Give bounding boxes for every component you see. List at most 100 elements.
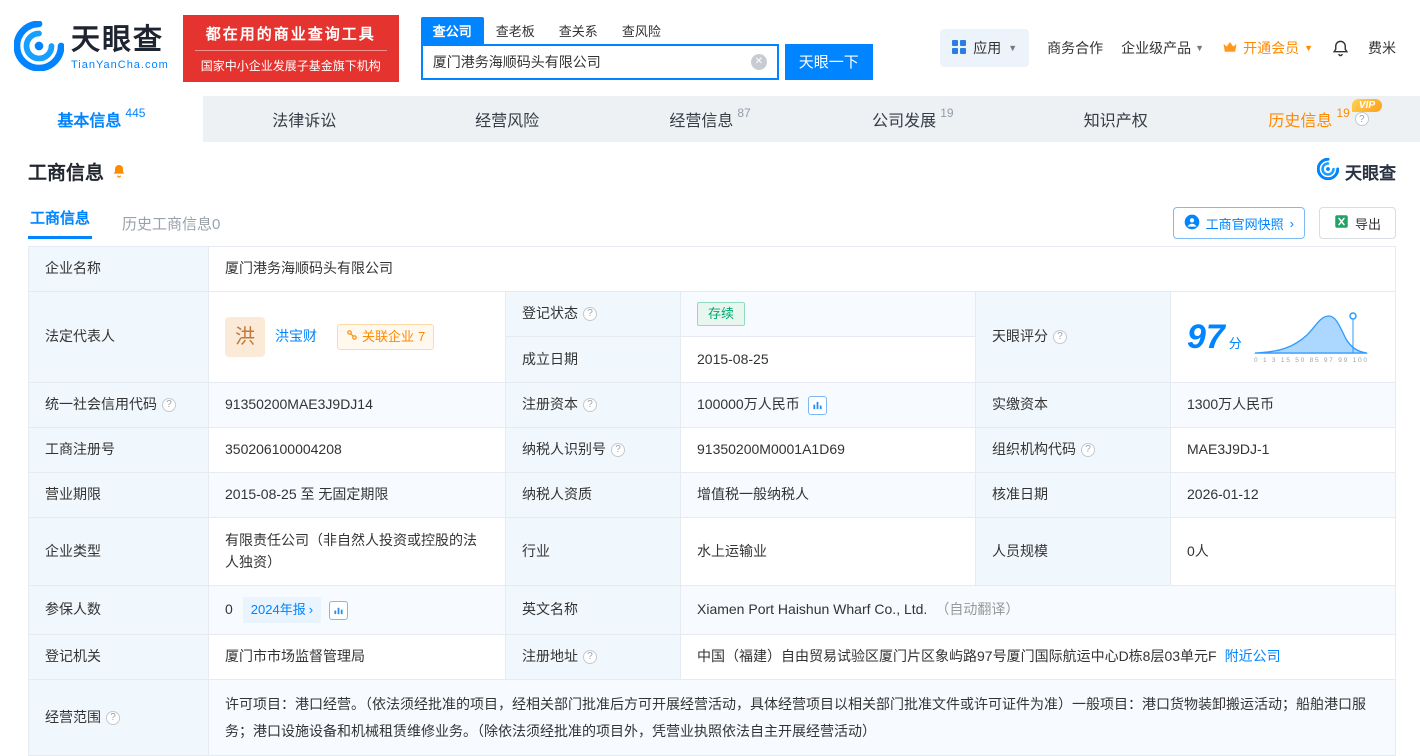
annual-report-label: 2024年报 [250,602,306,617]
tianyancha-logo-icon [13,20,65,76]
field-label-industry: 行业 [506,518,681,586]
capital-change-icon[interactable] [807,395,827,415]
english-name-note: （自动翻译） [935,601,1020,618]
search-tab-company[interactable]: 查公司 [420,16,484,44]
help-icon[interactable]: ? [583,398,597,412]
field-label-paid-capital: 实缴资本 [976,383,1171,428]
nav-business-cooperation[interactable]: 商务合作 [1047,38,1103,58]
help-icon[interactable]: ? [162,398,176,412]
tianyancha-watermark-icon [1316,157,1340,185]
subtab-history-business-info[interactable]: 历史工商信息0 [122,213,220,234]
app-grid-icon [952,39,967,57]
sub-tabs-row: 工商信息 历史工商信息0 工商官网快照 › 导出 [0,200,1420,246]
taxpayer-id-label: 纳税人识别号 [522,441,606,458]
user-name[interactable]: 费米 [1368,38,1396,58]
tab-history-info[interactable]: 历史信息 19 ? VIP [1217,96,1420,142]
search-button[interactable]: 天眼一下 [784,43,873,80]
tab-basic-info[interactable]: 基本信息 445 [0,96,203,142]
help-icon[interactable]: ? [583,650,597,665]
english-name: Xiamen Port Haishun Wharf Co., Ltd. [697,601,928,618]
tab-intellectual-property[interactable]: 知识产权 [1014,96,1217,142]
apps-menu[interactable]: 应用 ▼ [940,29,1030,67]
tab-company-development[interactable]: 公司发展 19 [811,96,1014,142]
score-number: 97 [1187,317,1225,356]
scope-label: 经营范围 [45,708,101,725]
help-icon[interactable]: ? [1053,330,1067,344]
snapshot-person-icon [1184,214,1200,233]
reg-capital-label: 注册资本 [522,396,578,413]
table-row: 企业名称 厦门港务海顺码头有限公司 [29,247,1395,292]
field-label-insured: 参保人数 [29,586,209,636]
help-icon[interactable]: ? [583,307,597,321]
tab-label: 经营风险 [475,113,540,130]
tab-label: 公司发展 [872,113,937,130]
monitor-bell-icon[interactable] [111,163,127,179]
nav-enterprise-products[interactable]: 企业级产品 ▼ [1121,38,1204,58]
field-value-org-code: MAE3J9DJ-1 [1171,428,1395,473]
help-icon[interactable]: ? [611,443,625,457]
help-icon[interactable]: ? [1354,112,1369,126]
tab-label: 法律诉讼 [272,113,337,130]
table-row: 经营范围 ? 许可项目：港口经营。（依法须经批准的项目，经相关部门批准后方可开展… [29,680,1395,756]
insured-chart-icon[interactable] [329,600,349,620]
field-label-score: 天眼评分 ? [976,292,1171,382]
official-snapshot-button[interactable]: 工商官网快照 › [1172,207,1305,239]
search-tab-relation[interactable]: 查关系 [547,17,610,44]
search-box: ✕ [420,43,779,80]
export-button[interactable]: 导出 [1318,207,1396,239]
subtab-business-info[interactable]: 工商信息 [28,207,93,239]
chevron-down-icon: ▼ [1008,43,1018,53]
field-value-insured: 0 2024年报 › [209,586,506,636]
field-label-established: 成立日期 [506,337,681,382]
field-value-english-name: Xiamen Port Haishun Wharf Co., Ltd. （自动翻… [681,586,1395,636]
field-value-taxpayer-id: 91350200M0001A1D69 [681,428,976,473]
tab-legal-proceedings[interactable]: 法律诉讼 [203,96,406,142]
tab-operating-risk[interactable]: 经营风险 [406,96,609,142]
nearby-companies-link[interactable]: 附近公司 [1225,646,1281,668]
search-area: 查公司 查老板 查关系 查风险 ✕ 天眼一下 [420,16,873,80]
org-code-label: 组织机构代码 [992,441,1076,458]
field-label-org-code: 组织机构代码 ? [976,428,1171,473]
help-icon[interactable]: ? [106,710,120,725]
search-tab-risk[interactable]: 查风险 [610,17,673,44]
related-companies-badge[interactable]: 关联企业 7 [337,323,435,351]
status-date-block: 登记状态 ? 存续 成立日期 2015-08-25 [506,292,976,383]
annual-report-tag[interactable]: 2024年报 › [242,597,322,624]
credit-code-label: 统一社会信用代码 [45,396,157,413]
legal-rep-name-link[interactable]: 洪宝财 [275,326,317,348]
chevron-down-icon: ▼ [1304,43,1313,53]
search-input[interactable] [422,45,777,78]
tab-label: 基本信息 [57,113,122,130]
score-chart: 0 1 3 15 50 85 97 99 100 [1253,312,1368,364]
field-value-established: 2015-08-25 [681,337,975,382]
nav-open-vip[interactable]: 开通会员 ▼ [1222,38,1313,58]
tab-count: 445 [125,106,146,120]
field-label-reg-status: 登记状态 ? [506,292,681,337]
section-header: 工商信息 天眼查 [0,142,1420,200]
address-label: 注册地址 [522,648,578,665]
field-value-reg-number: 350206100004208 [209,428,506,473]
clear-icon[interactable]: ✕ [750,53,767,70]
apps-menu-label: 应用 [973,40,1002,56]
tab-operating-info[interactable]: 经营信息 87 [609,96,812,142]
slogan-line1: 都在用的商业查询工具 [205,25,376,43]
score-label: 天眼评分 [992,328,1048,345]
section-title: 工商信息 [28,162,105,184]
table-row: 登记机关 厦门市市场监督管理局 注册地址 ? 中国（福建）自由贸易试验区厦门片区… [29,635,1395,681]
field-label-business-term: 营业期限 [29,473,209,518]
chevron-down-icon: ▼ [1195,43,1205,53]
field-label-legal-rep: 法定代表人 [29,292,209,383]
insured-count: 0 [225,601,233,618]
notification-bell-icon[interactable] [1331,39,1350,58]
tianyancha-logo[interactable]: 天眼查 TianYanCha.com [13,20,169,76]
field-label-credit-code: 统一社会信用代码 ? [29,383,209,428]
search-tab-boss[interactable]: 查老板 [484,17,547,44]
tab-count: 19 [1336,106,1350,120]
legal-rep-avatar[interactable]: 洪 [225,317,265,357]
field-label-company-type: 企业类型 [29,518,209,586]
open-vip-label: 开通会员 [1243,40,1300,56]
help-icon[interactable]: ? [1081,443,1095,457]
field-value-approval-date: 2026-01-12 [1171,473,1395,518]
field-value-company-name: 厦门港务海顺码头有限公司 [209,247,1395,292]
related-label: 关联企业 [362,328,415,344]
